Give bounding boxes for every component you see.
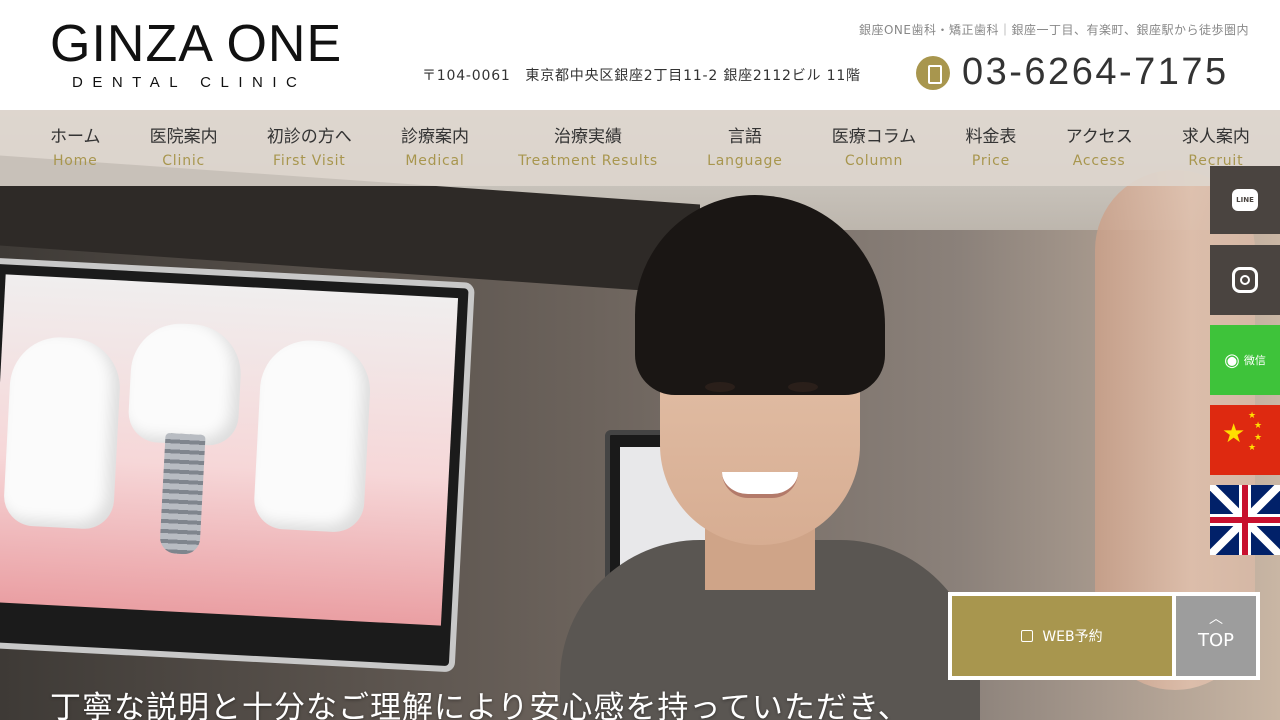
nav-item-column[interactable]: 医療コラム Column <box>832 110 917 186</box>
nav-item-treatment-results[interactable]: 治療実績 Treatment Results <box>518 110 658 186</box>
nav-label-jp: アクセス <box>1065 127 1133 147</box>
logo-main-text: GINZA ONE <box>50 15 343 73</box>
nav-label-jp: 料金表 <box>965 127 1017 147</box>
china-flag-icon: ★ <box>1222 419 1246 449</box>
nav-label-jp: 医院案内 <box>149 127 218 147</box>
instagram-icon <box>1232 267 1258 293</box>
nav-label-en: Column <box>844 153 904 169</box>
implant-shape <box>159 432 206 555</box>
nav-label-jp: 初診の方へ <box>266 127 352 147</box>
phone-icon <box>916 56 950 90</box>
nav-label-jp: 診療案内 <box>400 127 469 147</box>
wechat-button[interactable]: ◉ 微信 <box>1210 325 1280 395</box>
tagline: 銀座ONE歯科・矯正歯科｜銀座一丁目、有楽町、銀座駅から徒歩圏内 <box>858 23 1249 37</box>
flag-star: ★ <box>1254 433 1263 443</box>
dentist-eye <box>705 382 735 392</box>
crown-shape <box>127 321 244 447</box>
nav-label-jp: 言語 <box>727 127 762 147</box>
dental-monitor-image <box>0 257 475 673</box>
clinic-logo[interactable]: GINZA ONE DENTAL CLINIC <box>50 18 372 91</box>
flag-star: ★ <box>1248 411 1257 421</box>
wechat-icon: ◉ <box>1224 349 1240 371</box>
tooth-shape <box>252 337 373 534</box>
nav-label-en: Price <box>971 153 1011 169</box>
logo-sub-text: DENTAL CLINIC <box>72 74 307 91</box>
uk-flag-red-cross <box>1242 485 1248 555</box>
nav-label-en: Medical <box>405 153 465 169</box>
nav-item-access[interactable]: アクセス Access <box>1066 110 1133 186</box>
line-button[interactable]: LINE <box>1210 166 1280 234</box>
web-reservation-label: WEB予約 <box>1042 629 1103 645</box>
chevron-up-icon: ︿ <box>1209 611 1223 627</box>
web-reservation-button[interactable]: WEB予約 <box>952 596 1172 676</box>
nav-label-jp: 医療コラム <box>831 127 917 147</box>
chinese-language-button[interactable]: ★ ★ ★ ★ ★ <box>1210 405 1280 475</box>
tooth-shape <box>2 334 123 531</box>
main-nav: ホーム Home 医院案内 Clinic 初診の方へ First Visit 診… <box>0 110 1280 186</box>
back-to-top-button[interactable]: ︿ TOP <box>1176 596 1256 676</box>
monitor-screen <box>0 274 459 626</box>
nav-item-home[interactable]: ホーム Home <box>50 110 101 186</box>
site-header: GINZA ONE DENTAL CLINIC 銀座ONE歯科・矯正歯科｜銀座一… <box>0 0 1280 110</box>
calendar-icon <box>1021 630 1034 642</box>
wechat-label: 微信 <box>1243 354 1266 367</box>
nav-label-en: Access <box>1072 153 1126 169</box>
nav-label-jp: 治療実績 <box>554 127 623 147</box>
dentist-eye <box>788 382 818 392</box>
top-label: TOP <box>1197 630 1235 651</box>
hero-caption: 丁寧な説明と十分なご理解により安心感を持っていただき、 <box>50 690 910 720</box>
nav-item-price[interactable]: 料金表 Price <box>965 110 1016 186</box>
nav-label-jp: 求人案内 <box>1181 127 1250 147</box>
nav-label-en: Treatment Results <box>518 153 658 169</box>
nav-label-en: Home <box>52 153 98 169</box>
nav-label-jp: ホーム <box>50 127 101 147</box>
nav-item-clinic[interactable]: 医院案内 Clinic <box>150 110 218 186</box>
nav-item-first-visit[interactable]: 初診の方へ First Visit <box>267 110 352 186</box>
floating-cta: WEB予約 ︿ TOP <box>948 592 1260 680</box>
nav-item-medical[interactable]: 診療案内 Medical <box>401 110 469 186</box>
phone-number-link[interactable]: 03-6264-7175 <box>962 51 1229 94</box>
flag-star: ★ <box>1248 443 1257 453</box>
flag-star: ★ <box>1254 421 1263 431</box>
clinic-address: 〒104-0061 東京都中央区銀座2丁目11-2 銀座2112ビル 11階 <box>422 68 861 84</box>
instagram-button[interactable] <box>1210 245 1280 315</box>
nav-label-en: First Visit <box>273 153 346 169</box>
nav-item-language[interactable]: 言語 Language <box>707 110 783 186</box>
line-icon: LINE <box>1232 189 1258 211</box>
nav-label-en: Clinic <box>162 153 206 169</box>
english-language-button[interactable] <box>1210 485 1280 555</box>
nav-label-en: Language <box>707 153 783 169</box>
